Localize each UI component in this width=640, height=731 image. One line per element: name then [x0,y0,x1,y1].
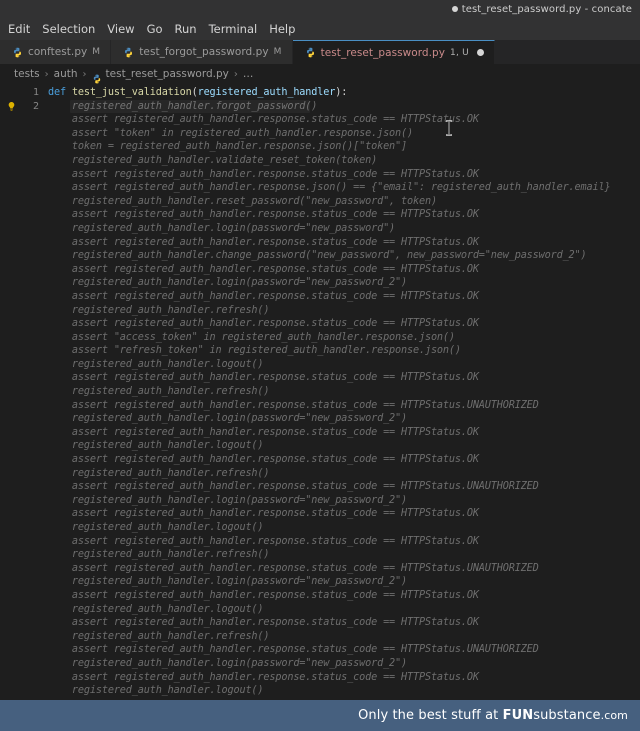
vscode-window: test_reset_password.py - concate Edit Se… [0,0,640,731]
ghost-code-line: assert registered_auth_handler.response.… [48,236,479,248]
ghost-code-line: assert registered_auth_handler.response.… [48,454,479,466]
menu-item-go[interactable]: Go [141,20,169,38]
ghost-code-line: registered_auth_handler.login(password="… [48,222,396,234]
ghost-code-line: assert registered_auth_handler.response.… [48,617,479,629]
ghost-code-line: registered_auth_handler.login(password="… [48,494,408,506]
code-editor[interactable]: 1 2 def test_just_validation(registered_… [0,84,640,700]
ghost-code-line: registered_auth_handler.refresh() [48,386,270,398]
ghost-code-line: assert registered_auth_handler.response.… [48,182,611,194]
function-name: test_just_validation [71,87,192,98]
menu-bar: Edit Selection View Go Run Terminal Help [0,18,640,40]
breadcrumb-item-auth[interactable]: auth [54,68,78,80]
ghost-code-line: assert registered_auth_handler.response.… [48,263,479,275]
ghost-code-line: registered_auth_handler.logout() [48,603,264,615]
ghost-code-line: registered_auth_handler.refresh() [48,630,270,642]
ghost-code-line: registered_auth_handler.refresh() [48,467,270,479]
code-content[interactable]: def test_just_validation(registered_auth… [48,84,640,700]
ghost-code-line: registered_auth_handler.login(password="… [48,277,408,289]
ghost-code-line: assert registered_auth_handler.response.… [48,114,479,126]
tab-status-badge: 1, U [450,47,469,58]
menu-item-terminal[interactable]: Terminal [203,20,264,38]
function-param: registered_auth_handler [197,87,336,98]
watermark-brand-normal: substance [533,708,601,723]
tab-bar-empty-space [494,40,640,64]
close-paren: ): [335,87,348,98]
ghost-code-line: registered_auth_handler.reset_password("… [48,195,437,207]
ghost-code-line: assert registered_auth_handler.response.… [48,589,479,601]
ghost-code-line: registered_auth_handler.logout() [48,522,264,533]
python-file-icon [123,47,134,58]
menu-item-view[interactable]: View [101,20,140,38]
watermark-text: Only the best stuff at FUNsubstance.com [358,708,628,723]
ghost-code-line: registered_auth_handler.logout() [48,685,264,697]
tab-status-badge: M [273,47,282,57]
tab-test-forgot-password-py[interactable]: test_forgot_password.py M [111,40,293,64]
tab-label: test_reset_password.py [320,46,446,59]
menu-item-selection[interactable]: Selection [36,20,101,38]
inline-suggestion-block: registered_auth_handler.forgot_password(… [48,100,640,698]
line-number-2-text: 2 [32,100,39,112]
breadcrumb-separator-icon: › [44,68,49,80]
breadcrumb: tests › auth › test_reset_password.py › … [0,64,640,84]
breadcrumb-separator-icon: › [233,68,238,80]
ghost-code-line: assert registered_auth_handler.response.… [48,481,539,493]
menu-item-run[interactable]: Run [169,20,203,38]
line-number-2: 2 [0,100,48,114]
ghost-code-line: registered_auth_handler.logout() [48,440,264,452]
ghost-code-line: registered_auth_handler.refresh() [48,304,270,316]
ghost-code-line: registered_auth_handler.change_password(… [48,250,587,262]
breadcrumb-item-overflow[interactable]: … [243,68,254,80]
ghost-code-line: assert "access_token" in registered_auth… [48,331,455,343]
python-file-icon [305,47,316,58]
ghost-code-line: assert registered_auth_handler.response.… [48,508,479,520]
ghost-code-line: assert "token" in registered_auth_handle… [48,127,413,139]
breadcrumb-item-tests[interactable]: tests [14,68,40,80]
ghost-code-line: assert registered_auth_handler.response.… [48,209,479,221]
editor-tab-bar: conftest.py M test_forgot_password.py M … [0,40,640,64]
ghost-code-line: assert registered_auth_handler.response.… [48,535,479,547]
title-bar: test_reset_password.py - concate [0,0,640,18]
tab-conftest-py[interactable]: conftest.py M [0,40,112,64]
unsaved-indicator-dot [451,6,458,12]
watermark-prefix: Only the best stuff at [358,708,503,723]
ghost-code-line: registered_auth_handler.refresh() [48,549,270,561]
ghost-code-line: token = registered_auth_handler.response… [48,141,408,153]
ghost-code-line: assert "refresh_token" in registered_aut… [48,345,461,357]
ghost-code-line: assert registered_auth_handler.response.… [48,318,479,330]
breadcrumb-item-file[interactable]: test_reset_password.py [106,68,229,80]
watermark-brand-bold: FUN [502,708,534,723]
ghost-code-line: assert registered_auth_handler.response.… [48,426,479,438]
breadcrumb-separator-icon: › [82,68,87,80]
ghost-code-line: assert registered_auth_handler.response.… [48,290,479,302]
watermark-tld: .com [600,709,628,722]
ghost-code-line: assert registered_auth_handler.response.… [48,562,539,574]
code-line-1: def test_just_validation(registered_auth… [48,86,640,100]
ghost-code-line: registered_auth_handler.login(password="… [48,576,408,588]
watermark-bar: Only the best stuff at FUNsubstance.com [0,700,640,731]
tab-label: test_forgot_password.py [139,46,269,58]
tab-label: conftest.py [28,46,88,58]
keyword-def: def [48,87,66,98]
ghost-code-line: assert registered_auth_handler.response.… [48,168,479,180]
ghost-code-line: registered_auth_handler.login(password="… [48,657,408,669]
ghost-code-line: assert registered_auth_handler.response.… [48,671,479,683]
lightbulb-icon[interactable] [6,101,17,112]
tab-unsaved-dot[interactable] [476,49,484,56]
tab-status-badge: M [92,47,101,57]
ghost-code-line: registered_auth_handler.login(password="… [48,413,408,425]
ghost-code-line: assert registered_auth_handler.response.… [48,399,539,411]
window-title: test_reset_password.py - concate [461,3,632,15]
python-file-icon [92,69,102,84]
editor-gutter: 1 2 [0,84,48,700]
tab-test-reset-password-py[interactable]: test_reset_password.py 1, U [292,40,495,64]
ghost-code-line: assert registered_auth_handler.response.… [48,372,479,384]
ghost-code-line: assert registered_auth_handler.response.… [48,644,539,656]
ghost-code-line: registered_auth_handler.forgot_password(… [48,100,318,112]
line-number-1: 1 [32,87,39,98]
ghost-code-line: registered_auth_handler.validate_reset_t… [48,154,378,166]
menu-item-edit[interactable]: Edit [2,20,36,38]
python-file-icon [12,47,23,58]
ghost-code-line: registered_auth_handler.logout() [48,358,264,370]
menu-item-help[interactable]: Help [263,20,301,38]
